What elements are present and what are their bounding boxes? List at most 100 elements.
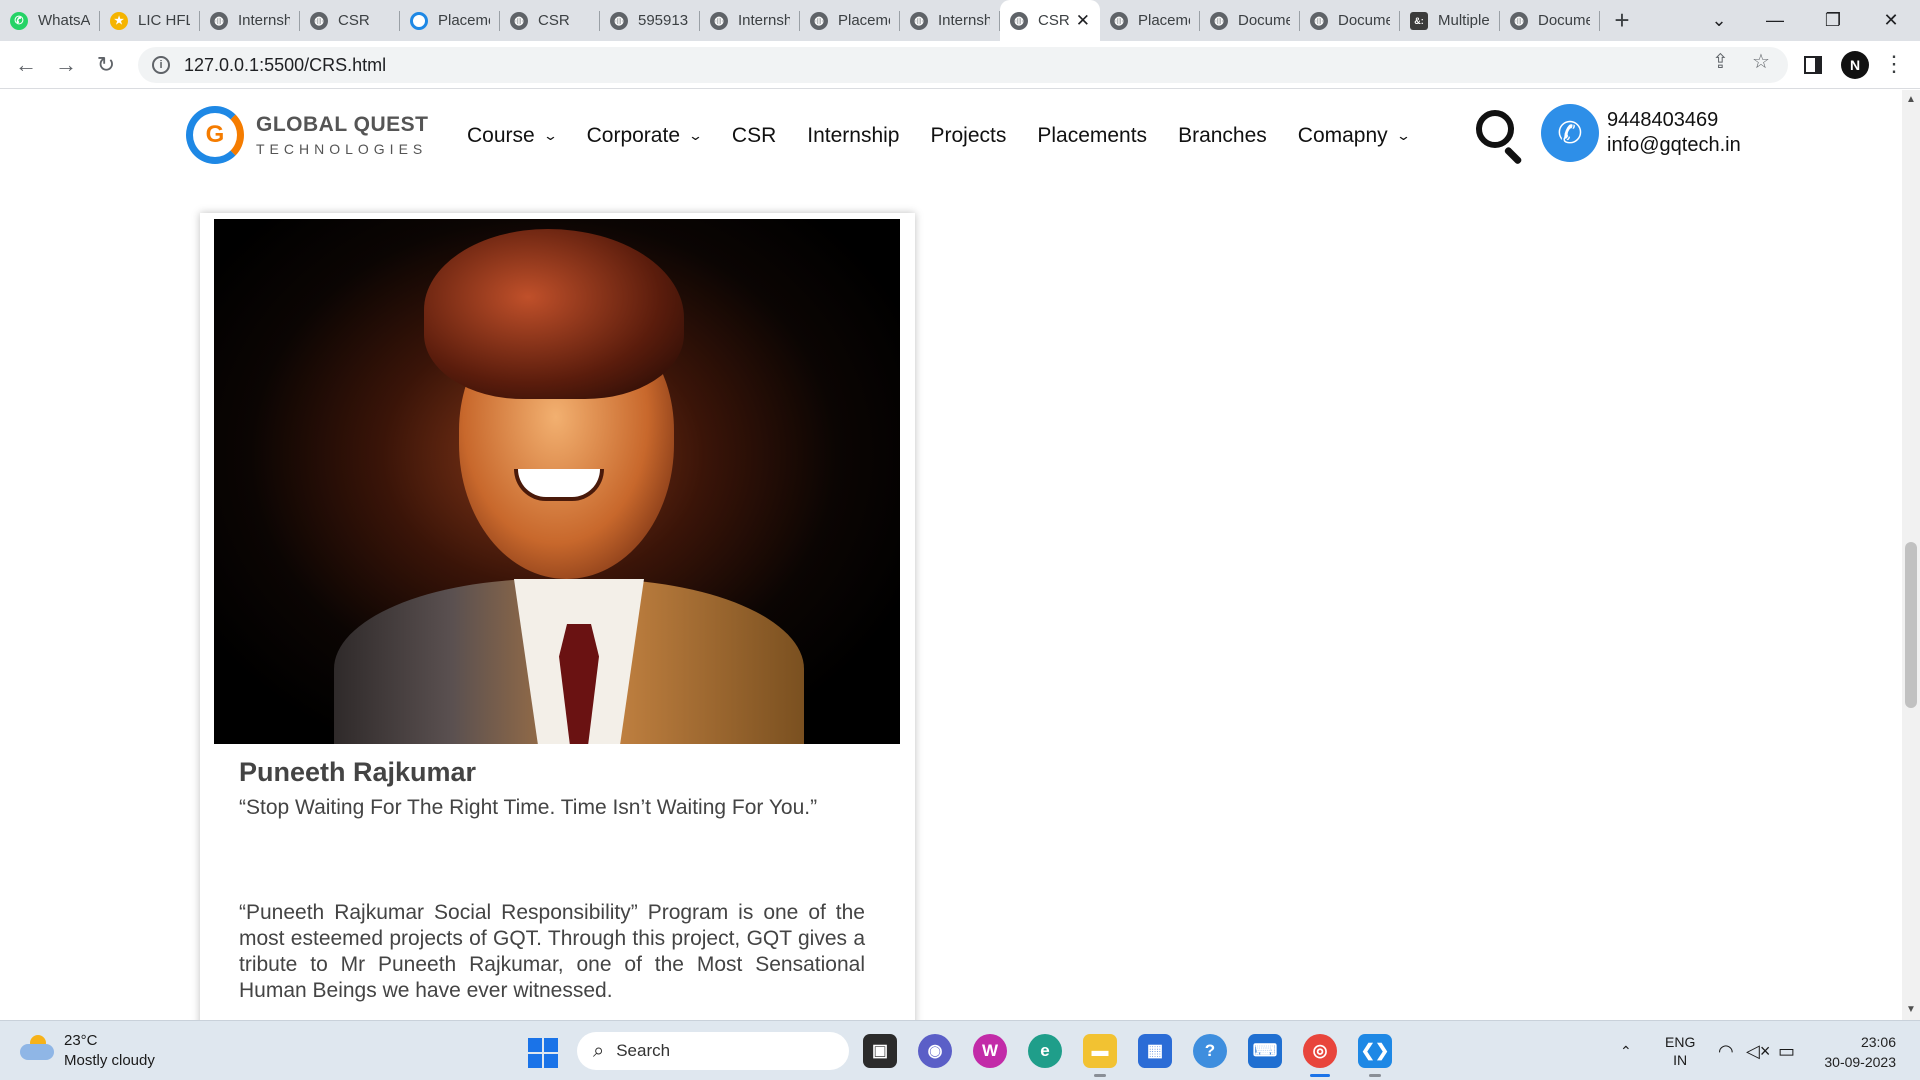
site-info-icon[interactable]: i: [152, 56, 170, 74]
language-indicator[interactable]: ENG IN: [1665, 1021, 1695, 1080]
browser-tab-label: Placements: [438, 12, 490, 29]
chat-icon[interactable]: ◉: [918, 1034, 952, 1068]
nav-item-label: Branches: [1178, 124, 1267, 147]
search-icon[interactable]: [1476, 110, 1526, 166]
language-line1: ENG: [1665, 1034, 1696, 1050]
csr-tribute-card: Puneeth Rajkumar “Stop Waiting For The R…: [200, 213, 915, 1020]
nav-item-branches[interactable]: Branches: [1178, 124, 1267, 148]
nav-item-csr[interactable]: CSR: [732, 124, 776, 148]
scrollbar-thumb[interactable]: [1905, 542, 1917, 708]
globe-icon: ◍: [210, 11, 228, 30]
browser-tab[interactable]: ★ LIC HFL: [100, 0, 200, 41]
wps-office-icon[interactable]: W: [973, 1034, 1007, 1068]
lic-icon: ★: [110, 11, 128, 30]
forward-button[interactable]: →: [50, 49, 82, 81]
nav-item-label: CSR: [731, 124, 777, 147]
new-tab-button[interactable]: +: [1600, 0, 1644, 41]
file-explorer-icon[interactable]: ▬: [1083, 1034, 1117, 1077]
help-icon[interactable]: ?: [1193, 1034, 1227, 1068]
browser-tab-label: Internship: [738, 12, 790, 29]
whatsapp-icon: ✆: [10, 11, 28, 30]
back-button[interactable]: ←: [10, 49, 42, 81]
scroll-down-arrow-icon[interactable]: ▼: [1906, 1004, 1916, 1015]
nav-item-label: Internship: [807, 124, 900, 147]
browser-tab[interactable]: ◍ CSR: [500, 0, 600, 41]
phone-icon[interactable]: ✆: [1541, 104, 1599, 162]
browser-tab[interactable]: ◍ CSR ✕: [1000, 0, 1100, 41]
browser-tab-label: Document: [1338, 12, 1390, 29]
globe-icon: ◍: [1110, 11, 1128, 30]
task-view-icon[interactable]: ▣: [863, 1034, 897, 1068]
vscode-icon[interactable]: ❮❯: [1358, 1034, 1392, 1077]
nav-item-placements[interactable]: Placements: [1037, 124, 1147, 148]
browser-tab[interactable]: ◍ Document: [1500, 0, 1600, 41]
close-tab-icon[interactable]: ✕: [1076, 11, 1090, 31]
microsoft-store-icon[interactable]: ▦: [1138, 1034, 1172, 1068]
globe-icon: ◍: [910, 11, 928, 30]
browser-tab[interactable]: ✆ WhatsApp: [0, 0, 100, 41]
nav-item-course[interactable]: Course ⌄: [467, 124, 558, 148]
browser-tab[interactable]: ◍ Placements: [800, 0, 900, 41]
tray-overflow-chevron-icon[interactable]: ⌃: [1620, 1021, 1632, 1080]
taskbar-search-box[interactable]: ⌕ Search: [577, 1032, 849, 1070]
browser-tab[interactable]: ◍ 595913: [600, 0, 700, 41]
nav-item-internship[interactable]: Internship: [807, 124, 899, 148]
browser-tab[interactable]: ◍ Document: [1200, 0, 1300, 41]
weather-widget[interactable]: 23°C Mostly cloudy: [64, 1031, 155, 1071]
reload-button[interactable]: ↻: [90, 49, 122, 81]
share-icon[interactable]: ⇪: [1712, 49, 1729, 74]
nav-item-label: Corporate: [586, 124, 680, 147]
page-scrollbar[interactable]: ▲ ▼: [1902, 90, 1920, 1020]
address-bar[interactable]: i 127.0.0.1:5500/CRS.html: [138, 47, 1788, 83]
url-text: 127.0.0.1:5500/CRS.html: [184, 54, 387, 75]
close-window-button[interactable]: ✕: [1862, 0, 1920, 41]
weather-condition: Mostly cloudy: [64, 1052, 155, 1069]
person-quote: “Stop Waiting For The Right Time. Time I…: [239, 796, 818, 819]
browser-tab-label: LIC HFL: [138, 12, 190, 29]
browser-tab-label: CSR: [538, 12, 570, 29]
globe-icon: ◍: [1510, 11, 1528, 30]
nav-item-label: Placements: [1037, 124, 1148, 147]
browser-tab[interactable]: ◍ Placements: [1100, 0, 1200, 41]
weather-cloudy-icon[interactable]: [20, 1035, 54, 1061]
edge-browser-icon[interactable]: e: [1028, 1034, 1062, 1068]
site-header: G GLOBAL QUEST TECHNOLOGIES Course ⌄ Corpo…: [0, 90, 1902, 185]
side-panel-icon[interactable]: [1804, 56, 1822, 74]
browser-tab[interactable]: ◍ Internship: [700, 0, 800, 41]
browser-tab[interactable]: ◍ CSR: [300, 0, 400, 41]
nav-item-label: Projects: [930, 124, 1007, 147]
browser-tab[interactable]: ◍ Internship: [200, 0, 300, 41]
globe-icon: ◍: [810, 11, 828, 30]
chrome-icon[interactable]: ◎: [1303, 1034, 1337, 1077]
restore-button[interactable]: ❐: [1804, 0, 1862, 41]
chevron-down-icon: ⌄: [542, 128, 558, 143]
profile-avatar[interactable]: N: [1841, 51, 1869, 79]
nav-item-corporate[interactable]: Corporate ⌄: [586, 124, 703, 148]
browser-tab[interactable]: ◍ Internship: [900, 0, 1000, 41]
wifi-icon[interactable]: ◠: [1718, 1021, 1734, 1080]
multiple-icon: &:: [1410, 11, 1428, 30]
windows-start-icon[interactable]: [528, 1038, 558, 1068]
scroll-up-arrow-icon[interactable]: ▲: [1906, 94, 1916, 105]
volume-muted-icon[interactable]: ◁×: [1746, 1021, 1770, 1080]
contact-info: 9448403469 info@gqtech.in: [1607, 108, 1741, 158]
browser-tab[interactable]: ◍ Document: [1300, 0, 1400, 41]
contact-email[interactable]: info@gqtech.in: [1607, 133, 1741, 158]
bookmark-star-icon[interactable]: ☆: [1752, 49, 1770, 74]
remote-desktop-icon[interactable]: ⌨: [1248, 1034, 1282, 1068]
browser-tab-label: Internship: [238, 12, 290, 29]
gqt-logo[interactable]: G GLOBAL QUEST TECHNOLOGIES: [186, 106, 428, 164]
battery-icon[interactable]: ▭: [1778, 1021, 1795, 1080]
globe-icon: ◍: [310, 11, 328, 30]
nav-item-comapny[interactable]: Comapny ⌄: [1298, 124, 1411, 148]
browser-tab[interactable]: &: Multiple: [1400, 0, 1500, 41]
contact-phone[interactable]: 9448403469: [1607, 108, 1741, 133]
minimize-button[interactable]: —: [1746, 0, 1804, 41]
browser-menu-icon[interactable]: ⋮: [1883, 51, 1905, 77]
taskbar-clock[interactable]: 23:06 30-09-2023: [1812, 1032, 1896, 1072]
browser-tab[interactable]: Placements: [400, 0, 500, 41]
tab-search-chevron-icon[interactable]: ⌄: [1690, 0, 1748, 41]
globe-icon: ◍: [510, 11, 528, 30]
taskbar-search-label: Search: [616, 1041, 671, 1060]
nav-item-projects[interactable]: Projects: [930, 124, 1006, 148]
